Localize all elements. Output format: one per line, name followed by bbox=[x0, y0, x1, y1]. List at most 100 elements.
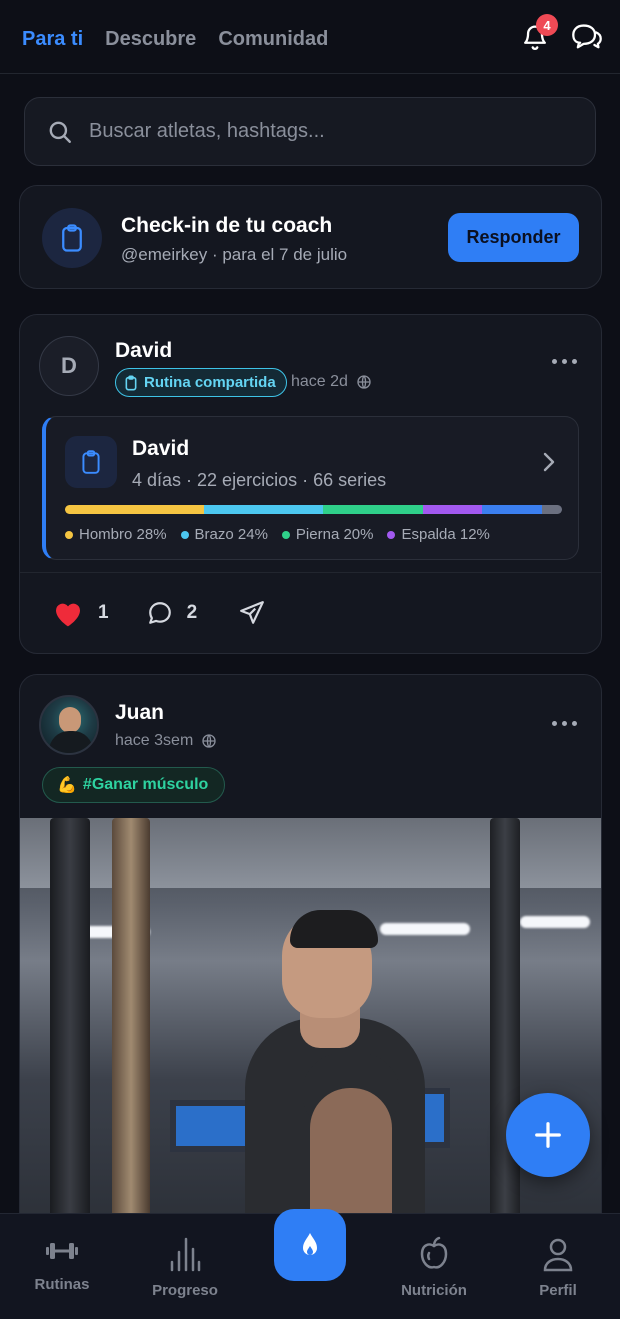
post-actions: 1 2 bbox=[52, 598, 265, 628]
post-time: hace 3sem bbox=[115, 732, 217, 750]
top-actions: 4 bbox=[518, 14, 604, 54]
distribution-segment bbox=[323, 505, 423, 514]
photo-light bbox=[380, 923, 470, 935]
chevron-right-icon bbox=[543, 452, 555, 472]
legend-item: Espalda 12% bbox=[387, 526, 490, 543]
avatar-face bbox=[59, 707, 81, 733]
nav-home-button[interactable] bbox=[274, 1209, 346, 1281]
coach-checkin-card: Check-in de tu coach @emeirkey · para el… bbox=[19, 185, 602, 289]
like-count: 1 bbox=[98, 602, 109, 623]
heart-icon bbox=[56, 603, 80, 627]
legend-label: Pierna 20% bbox=[295, 526, 374, 543]
search-bar[interactable] bbox=[24, 97, 596, 166]
divider bbox=[20, 572, 601, 573]
distribution-segment bbox=[422, 505, 483, 514]
create-post-button[interactable] bbox=[506, 1093, 590, 1177]
nav-label: Nutrición bbox=[401, 1282, 467, 1299]
post-card-photo: Juan hace 3sem 💪 #Ganar músculo bbox=[19, 674, 602, 1294]
dot-icon bbox=[561, 358, 567, 364]
nav-perfil[interactable]: Perfil bbox=[508, 1236, 608, 1299]
post-time-label: hace 3sem bbox=[115, 732, 194, 749]
legend-item: Hombro 28% bbox=[65, 526, 167, 543]
more-options-button[interactable] bbox=[547, 351, 581, 371]
comment-button[interactable]: 2 bbox=[147, 600, 198, 626]
send-icon bbox=[240, 601, 265, 624]
legend-item: Pierna 20% bbox=[281, 526, 374, 543]
badge-label: Rutina compartida bbox=[144, 374, 276, 391]
apple-icon bbox=[420, 1236, 448, 1269]
distribution-segment bbox=[542, 505, 562, 514]
post-card-shared-routine: D David Rutina compartida hace 2d David … bbox=[19, 314, 602, 654]
top-bar: Para ti Descubre Comunidad 4 bbox=[0, 0, 620, 74]
bar-chart-icon bbox=[170, 1237, 201, 1272]
nav-label: Progreso bbox=[152, 1282, 218, 1299]
legend-label: Hombro 28% bbox=[79, 526, 167, 543]
post-author[interactable]: David bbox=[115, 339, 172, 363]
messages-button[interactable] bbox=[570, 20, 604, 54]
globe-icon bbox=[202, 734, 216, 748]
plus-icon bbox=[535, 1122, 561, 1148]
legend-dot bbox=[65, 530, 73, 539]
legend-dot bbox=[387, 530, 396, 539]
chat-bubbles-icon bbox=[572, 24, 602, 49]
nav-label: Perfil bbox=[539, 1282, 577, 1299]
user-icon bbox=[543, 1238, 573, 1272]
dot-icon bbox=[551, 358, 557, 364]
legend-dot bbox=[281, 530, 290, 539]
legend-dot bbox=[180, 530, 189, 539]
clipboard-icon bbox=[125, 375, 137, 390]
shared-routine-badge: Rutina compartida bbox=[115, 368, 287, 397]
avatar-shirt bbox=[49, 731, 93, 753]
photo-light bbox=[520, 916, 590, 928]
legend-label: Brazo 24% bbox=[194, 526, 268, 543]
post-time: hace 2d bbox=[291, 373, 372, 391]
hashtag-label: #Ganar músculo bbox=[82, 776, 209, 793]
post-author[interactable]: Juan bbox=[115, 701, 164, 725]
dot-icon bbox=[561, 720, 567, 726]
legend-item: Brazo 24% bbox=[180, 526, 268, 543]
comment-count: 2 bbox=[186, 602, 198, 623]
more-options-button[interactable] bbox=[547, 713, 581, 733]
dot-icon bbox=[571, 720, 577, 726]
dot-icon bbox=[571, 358, 577, 364]
notification-badge: 4 bbox=[536, 14, 558, 36]
routine-summary: 4 días · 22 ejercicios · 66 series bbox=[132, 470, 387, 490]
distribution-segment bbox=[204, 505, 324, 514]
feed-tabs: Para ti Descubre Comunidad bbox=[22, 28, 328, 51]
flame-icon bbox=[303, 1233, 317, 1255]
clipboard-icon bbox=[65, 436, 117, 488]
like-button[interactable]: 1 bbox=[52, 598, 109, 628]
legend-label: Espalda 12% bbox=[401, 526, 490, 543]
respond-button[interactable]: Responder bbox=[448, 213, 579, 262]
notifications-button[interactable]: 4 bbox=[518, 14, 558, 54]
flexed-bicep-icon: 💪 bbox=[57, 777, 77, 794]
dumbbell-icon bbox=[46, 1243, 78, 1259]
tab-descubre[interactable]: Descubre bbox=[105, 28, 196, 51]
checkin-subtitle: @emeirkey · para el 7 de julio bbox=[121, 245, 348, 264]
search-icon bbox=[49, 121, 71, 143]
muscle-distribution-bar bbox=[65, 505, 562, 514]
distribution-segment bbox=[65, 505, 205, 514]
distribution-segment bbox=[482, 505, 543, 514]
globe-icon bbox=[357, 375, 371, 389]
nav-label: Rutinas bbox=[34, 1276, 90, 1293]
checkin-title: Check-in de tu coach bbox=[121, 214, 333, 237]
avatar[interactable] bbox=[39, 695, 99, 755]
muscle-legend: Hombro 28% Brazo 24% Pierna 20% Espalda … bbox=[65, 526, 490, 543]
routine-preview-card[interactable]: David 4 días · 22 ejercicios · 66 series… bbox=[42, 416, 579, 560]
clipboard-icon bbox=[42, 208, 102, 268]
nav-rutinas[interactable]: Rutinas bbox=[12, 1236, 112, 1293]
comment-icon bbox=[148, 602, 171, 624]
photo-person-hair bbox=[290, 910, 378, 948]
hashtag-chip[interactable]: 💪 #Ganar músculo bbox=[42, 767, 226, 803]
avatar[interactable]: D bbox=[39, 336, 99, 396]
bottom-navigation: Rutinas Progreso Nutrición Perfil bbox=[0, 1209, 620, 1319]
post-time-label: hace 2d bbox=[291, 373, 348, 390]
routine-title: David bbox=[132, 437, 190, 460]
nav-nutricion[interactable]: Nutrición bbox=[384, 1236, 484, 1299]
share-button[interactable] bbox=[239, 600, 265, 626]
tab-comunidad[interactable]: Comunidad bbox=[218, 28, 328, 51]
search-input[interactable] bbox=[89, 120, 559, 143]
nav-progreso[interactable]: Progreso bbox=[135, 1236, 235, 1299]
tab-para-ti[interactable]: Para ti bbox=[22, 28, 83, 51]
